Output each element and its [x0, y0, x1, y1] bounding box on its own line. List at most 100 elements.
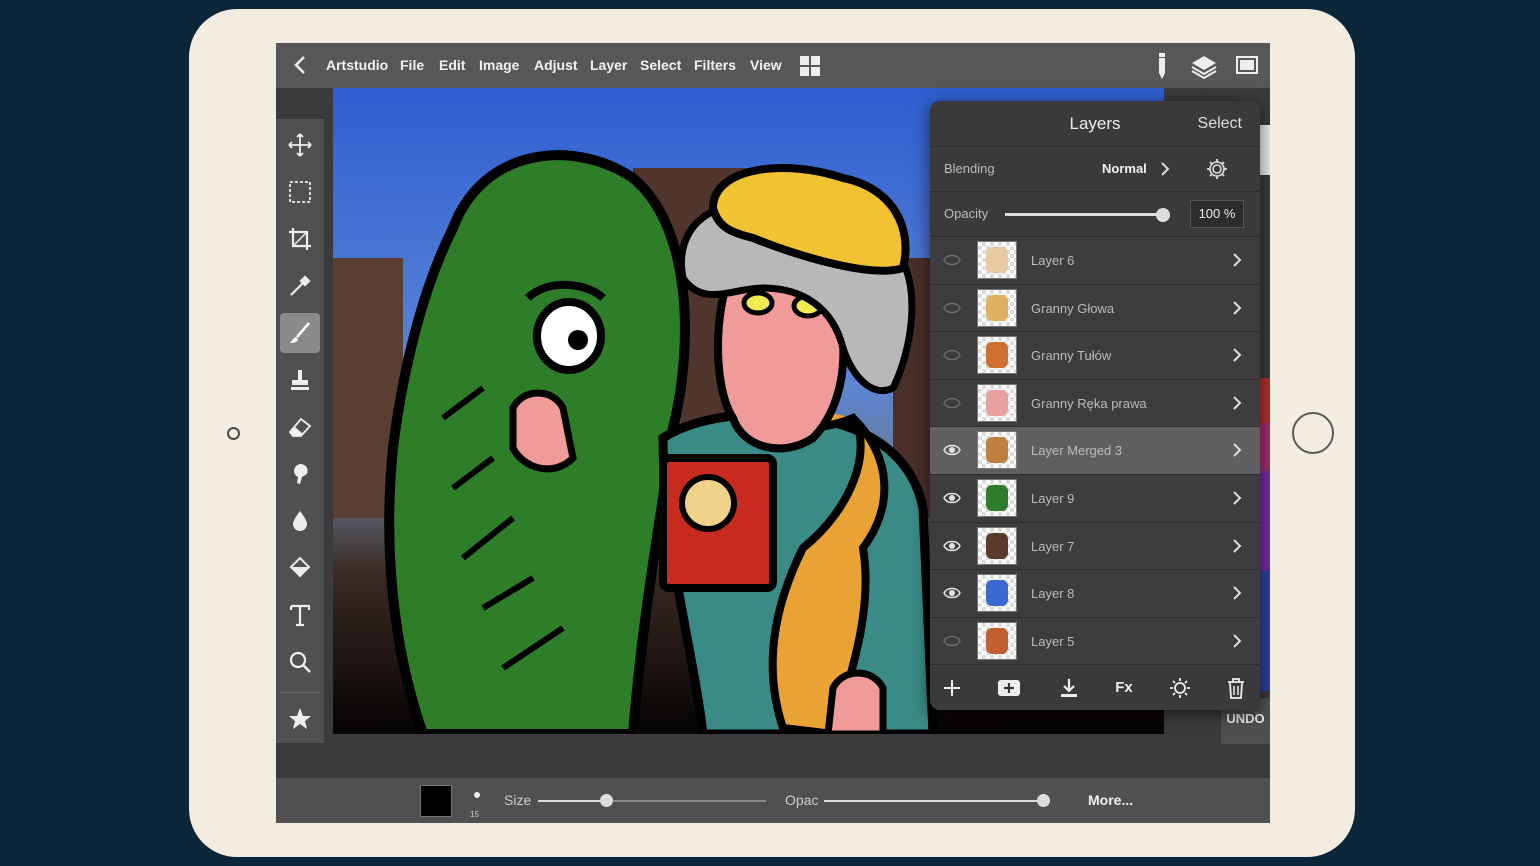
- opacity-slider-thumb[interactable]: [1037, 794, 1050, 807]
- front-camera: [227, 427, 240, 440]
- brush-options-bar: 15 Size Opac More...: [276, 778, 1270, 823]
- chevron-right-icon[interactable]: [1231, 491, 1243, 505]
- zoom-tool[interactable]: [280, 642, 320, 682]
- back-button[interactable]: [286, 51, 314, 79]
- app-screen: Artstudio File Edit Image Adjust Layer S…: [276, 43, 1270, 823]
- color-swatch[interactable]: [420, 785, 452, 817]
- chevron-right-icon[interactable]: [1231, 253, 1243, 267]
- eye-hidden-icon[interactable]: [943, 299, 961, 317]
- size-label: Size: [504, 792, 532, 808]
- fullscreen-icon[interactable]: [1236, 56, 1258, 74]
- layer-thumbnail: [977, 288, 1017, 327]
- crop-tool[interactable]: [280, 219, 320, 259]
- eye-hidden-icon[interactable]: [943, 251, 961, 269]
- app-name[interactable]: Artstudio: [326, 43, 388, 88]
- layer-strip-light: [1260, 125, 1270, 175]
- chevron-right-icon[interactable]: [1231, 538, 1243, 553]
- stamp-tool[interactable]: [280, 360, 320, 400]
- eye-icon[interactable]: [943, 441, 961, 459]
- blending-value[interactable]: Normal: [1102, 147, 1147, 191]
- layer-thumbnail: [977, 526, 1017, 565]
- add-group-button[interactable]: [997, 677, 1021, 699]
- blur-tool[interactable]: [280, 501, 320, 541]
- layer-row[interactable]: Granny Ręka prawa: [930, 378, 1260, 427]
- stamp-icon: [291, 370, 309, 390]
- chevron-right-icon[interactable]: [1231, 396, 1243, 410]
- eraser-icon: [288, 417, 312, 437]
- chevron-right-icon[interactable]: [1231, 586, 1243, 600]
- move-tool[interactable]: [280, 125, 320, 165]
- layer-name: Granny Ręka prawa: [1031, 395, 1147, 411]
- text-tool[interactable]: [280, 595, 320, 635]
- eye-icon[interactable]: [943, 537, 961, 555]
- layer-thumbnail-content: [986, 532, 1008, 559]
- paint-bucket-icon: [289, 556, 311, 578]
- chevron-right-icon[interactable]: [1231, 443, 1243, 458]
- opacity-value-field[interactable]: 100 %: [1190, 200, 1244, 228]
- chevron-right-icon[interactable]: [1231, 300, 1243, 315]
- layer-name: Granny Głowa: [1031, 300, 1115, 316]
- eraser-tool[interactable]: [280, 407, 320, 447]
- layer-thumbnail: [977, 621, 1017, 660]
- eyedropper-tool[interactable]: [280, 266, 320, 306]
- menu-adjust[interactable]: Adjust: [534, 43, 578, 88]
- size-slider[interactable]: [538, 794, 766, 807]
- menu-layer[interactable]: Layer: [590, 43, 627, 88]
- opacity-slider[interactable]: [824, 794, 1050, 807]
- eye-hidden-icon[interactable]: [943, 346, 961, 364]
- delete-layer-button[interactable]: [1224, 677, 1248, 699]
- brush-tool[interactable]: [280, 313, 320, 353]
- layer-thumbnail: [977, 431, 1017, 470]
- gear-icon[interactable]: [1206, 158, 1228, 180]
- layer-name: Layer 9: [1031, 491, 1075, 506]
- layer-row[interactable]: Layer Merged 3: [930, 426, 1260, 475]
- layer-opacity-slider[interactable]: [1005, 213, 1165, 216]
- eye-hidden-icon[interactable]: [943, 394, 961, 412]
- smudge-tool[interactable]: [280, 454, 320, 494]
- layer-row[interactable]: Layer 6: [930, 236, 1260, 284]
- menu-file[interactable]: File: [400, 43, 424, 88]
- layer-opacity-thumb[interactable]: [1156, 208, 1170, 222]
- layers-select-button[interactable]: Select: [1198, 101, 1242, 146]
- eye-icon[interactable]: [943, 584, 961, 602]
- layers-icon[interactable]: [1190, 52, 1218, 80]
- layer-row[interactable]: Granny Tułów: [930, 331, 1260, 380]
- tool-palette: [276, 119, 324, 743]
- favorites-tool[interactable]: [280, 699, 320, 739]
- eye-hidden-icon[interactable]: [943, 632, 961, 650]
- blending-row[interactable]: Blending Normal: [930, 146, 1260, 191]
- layer-thumbnail: [977, 574, 1017, 613]
- menu-filters[interactable]: Filters: [694, 43, 736, 88]
- eye-icon[interactable]: [943, 489, 961, 507]
- size-slider-thumb[interactable]: [600, 794, 613, 807]
- opacity-row: Opacity 100 %: [930, 191, 1260, 236]
- chevron-right-icon[interactable]: [1231, 634, 1243, 648]
- more-button[interactable]: More...: [1088, 778, 1133, 823]
- menu-edit[interactable]: Edit: [439, 43, 465, 88]
- sun-icon: [1170, 678, 1190, 698]
- layer-row[interactable]: Layer 5: [930, 616, 1260, 665]
- layer-row[interactable]: Layer 8: [930, 569, 1260, 618]
- marquee-tool[interactable]: [280, 172, 320, 212]
- layer-strip-blue: [1260, 571, 1270, 691]
- layer-row[interactable]: Layer 7: [930, 521, 1260, 570]
- adjust-button[interactable]: [1168, 677, 1192, 699]
- add-layer-button[interactable]: [940, 677, 964, 699]
- text-icon: [289, 604, 311, 627]
- grid-icon[interactable]: [800, 56, 820, 76]
- pencil-icon[interactable]: [1158, 53, 1166, 79]
- menu-image[interactable]: Image: [479, 43, 519, 88]
- star-icon: [289, 708, 311, 729]
- menu-view[interactable]: View: [750, 43, 782, 88]
- merge-down-button[interactable]: [1057, 677, 1081, 699]
- chevron-right-icon: [1161, 162, 1170, 176]
- layers-footer: Fx: [930, 664, 1260, 710]
- layer-row[interactable]: Layer 9: [930, 474, 1260, 522]
- chevron-right-icon[interactable]: [1231, 348, 1243, 362]
- layer-row[interactable]: Granny Głowa: [930, 283, 1260, 332]
- fill-tool[interactable]: [280, 548, 320, 588]
- menu-select[interactable]: Select: [640, 43, 681, 88]
- fx-button[interactable]: Fx: [1112, 677, 1136, 699]
- chevron-left-icon: [294, 56, 305, 74]
- layer-thumbnail-content: [986, 389, 1008, 416]
